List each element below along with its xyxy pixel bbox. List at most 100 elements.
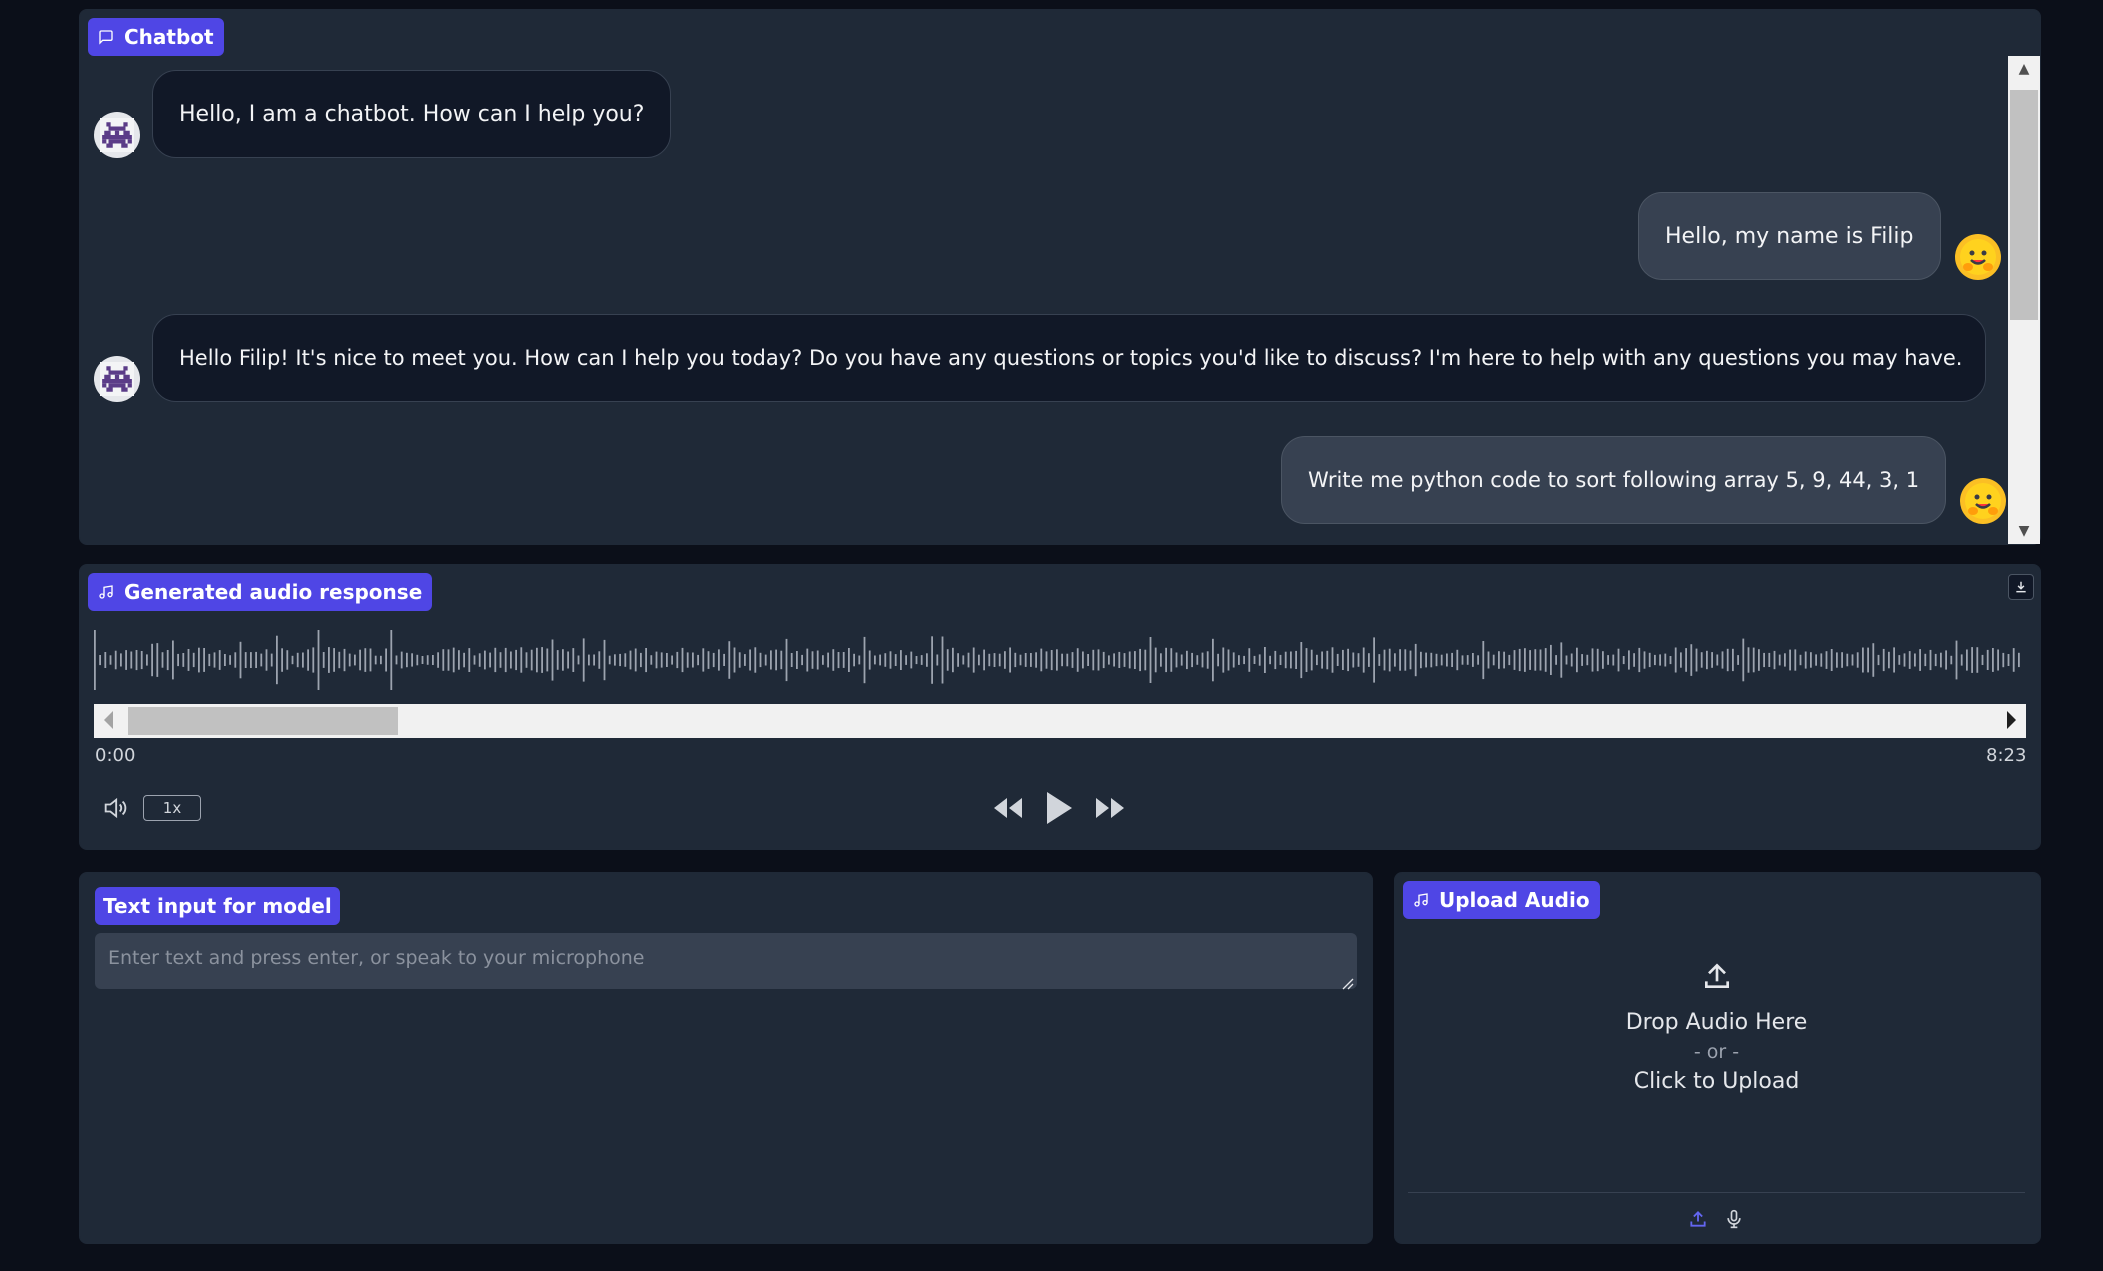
upload-source-button[interactable] (1685, 1206, 1711, 1232)
waveform-bar (1336, 653, 1339, 666)
waveform-bar (671, 655, 673, 665)
upload-icon (1704, 963, 1729, 988)
microphone-source-button[interactable] (1721, 1206, 1747, 1232)
waveform-bar (1648, 652, 1651, 668)
upload-dropzone[interactable]: Drop Audio Here - or - Click to Upload (1394, 960, 2039, 1094)
waveform-bar (161, 652, 164, 668)
textarea-resize-handle[interactable] (1342, 975, 1354, 990)
waveform-bar (203, 648, 205, 672)
waveform-bar (1352, 652, 1355, 668)
waveform-bar (1945, 650, 1947, 670)
waveform-bar (1882, 648, 1885, 672)
waveform-bar (172, 640, 174, 680)
download-icon (2016, 581, 2026, 593)
waveform-bar (952, 647, 954, 673)
waveform-bar (1326, 650, 1329, 670)
waveform-bar (1846, 653, 1849, 667)
waveform-bar (1659, 654, 1661, 666)
waveform-bar (1030, 653, 1032, 667)
waveform-bar (1903, 653, 1906, 667)
waveform-scroll-thumb[interactable] (128, 707, 398, 735)
waveform-bar (1305, 648, 1308, 672)
waveform-bar (1778, 654, 1781, 666)
waveform-bar (1004, 651, 1006, 669)
waveform-bar (1487, 651, 1490, 669)
waveform-bar (494, 647, 497, 673)
bot-avatar (94, 356, 140, 402)
waveform-bar (1388, 648, 1391, 672)
waveform-bar (879, 654, 881, 666)
waveform-bar (811, 651, 814, 669)
waveform-bar (2007, 654, 2010, 666)
waveform-bar (1243, 655, 1245, 665)
waveform-bar (770, 650, 772, 670)
waveform-bar (1576, 647, 1578, 673)
waveform-bar (832, 649, 835, 671)
waveform-bar (1009, 647, 1011, 673)
play-button[interactable] (1042, 788, 1076, 828)
volume-button[interactable] (100, 793, 130, 823)
waveform-bar (1139, 648, 1141, 672)
scroll-right-arrow-icon[interactable] (2007, 711, 2016, 729)
waveform-bar (962, 655, 965, 665)
audio-waveform[interactable] (94, 628, 2024, 692)
waveform-bar (1232, 652, 1235, 668)
waveform-bar (1581, 654, 1583, 666)
waveform-bar (1435, 653, 1438, 667)
waveform-bar (458, 650, 460, 670)
waveform-bar (738, 652, 741, 668)
waveform-bar (525, 652, 528, 668)
scroll-down-arrow-icon[interactable]: ▼ (2008, 518, 2040, 544)
chatbot-panel: Hello, I am a chatbot. How can I help yo… (79, 9, 2041, 545)
waveform-bar (1711, 652, 1713, 668)
waveform-bar (317, 630, 320, 690)
fast-forward-button[interactable] (1092, 793, 1128, 823)
waveform-bar (1820, 653, 1823, 667)
waveform-bar (655, 651, 658, 669)
waveform-bar (1503, 651, 1505, 669)
download-button[interactable] (2008, 574, 2034, 600)
waveform-bar (536, 647, 538, 673)
waveform-bar (442, 649, 445, 671)
chat-history[interactable]: Hello, I am a chatbot. How can I help yo… (80, 10, 2040, 544)
waveform-bar (120, 653, 122, 667)
waveform-bar (541, 647, 543, 673)
waveform-bar (863, 636, 866, 684)
text-input-field[interactable]: Enter text and press enter, or speak to … (95, 933, 1357, 989)
chat-message-bot: Hello Filip! It's nice to meet you. How … (94, 314, 1986, 402)
waveform-bar (931, 636, 933, 684)
waveform-bar (645, 648, 647, 673)
waveform-bar (1544, 648, 1547, 672)
waveform-bar (1076, 648, 1079, 672)
waveform-bar (1113, 653, 1115, 667)
waveform-bar (1674, 647, 1677, 673)
waveform-bar (946, 649, 949, 671)
waveform-bar (1602, 651, 1604, 669)
waveform-bar (1024, 653, 1027, 667)
waveform-bar (1440, 654, 1443, 666)
playback-rate-button[interactable]: 1x (143, 795, 201, 821)
scroll-up-arrow-icon[interactable]: ▲ (2008, 56, 2040, 82)
waveform-bar (1747, 647, 1750, 673)
waveform-bar (1492, 654, 1495, 666)
waveform-bar (530, 649, 533, 671)
waveform-bar (1976, 647, 1979, 673)
waveform-bar (1430, 652, 1433, 668)
waveform-bar (1789, 649, 1791, 671)
rewind-button[interactable] (990, 793, 1026, 823)
scroll-left-arrow-icon[interactable] (104, 711, 113, 729)
waveform-bar (2002, 652, 2005, 668)
waveform-bar (1461, 655, 1464, 665)
waveform-bar (1622, 656, 1625, 665)
waveform-bar (582, 638, 585, 682)
waveform-bar (598, 651, 601, 669)
waveform-bar (437, 652, 439, 668)
waveform-bar (1071, 652, 1074, 668)
waveform-bar (99, 655, 101, 666)
scrollbar-thumb[interactable] (2010, 90, 2038, 320)
waveform-bar (1706, 650, 1708, 670)
waveform-scrollbar[interactable] (94, 704, 2026, 738)
chat-vertical-scrollbar[interactable]: ▲ ▼ (2008, 56, 2040, 544)
waveform-bar (1456, 649, 1459, 671)
waveform-bar (1955, 640, 1958, 680)
